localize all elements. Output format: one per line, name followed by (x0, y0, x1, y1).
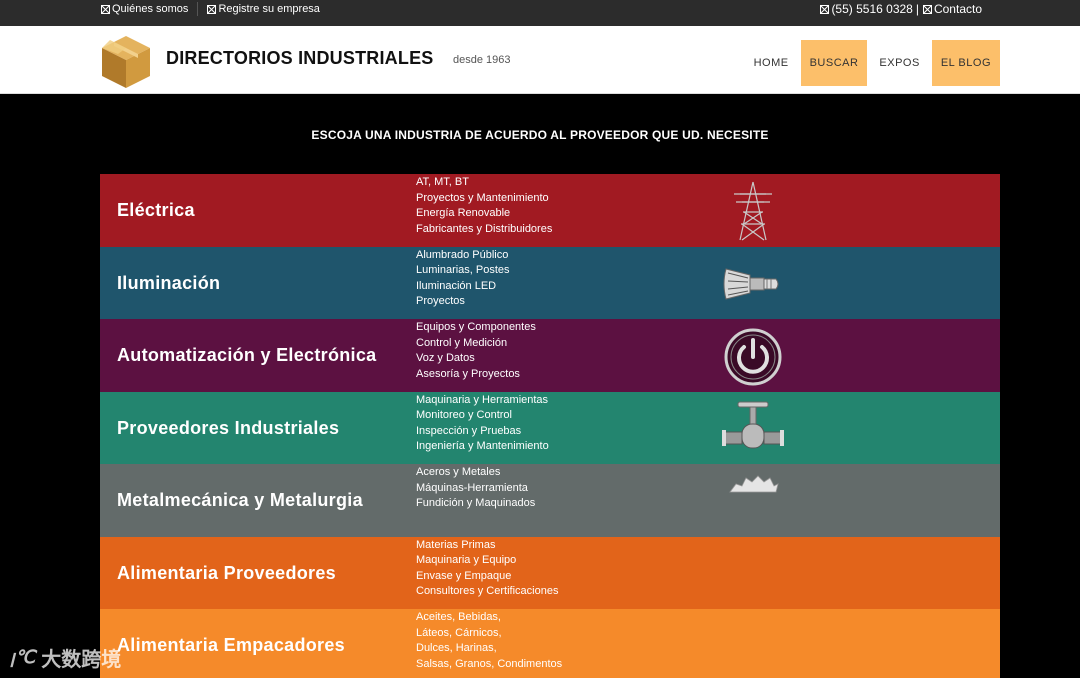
industry-subcategories: Equipos y Componentes Control y Medición… (416, 320, 536, 382)
industry-subcategories: Materias Primas Maquinaria y Equipo Enva… (416, 538, 558, 600)
phone-number[interactable]: (55) 5516 0328 (831, 2, 912, 16)
watermark-mark: ꞁ℃ (10, 647, 36, 667)
industry-subcategories: Aceros y Metales Máquinas-Herramienta Fu… (416, 465, 535, 512)
broken-image-icon (820, 4, 830, 14)
subcategory-item[interactable]: Dulces, Harinas, (416, 641, 562, 657)
industry-automatizacion[interactable]: Automatización y Electrónica Equipos y C… (100, 319, 1000, 392)
subcategory-item[interactable]: Fundición y Maquinados (416, 496, 535, 512)
industry-subcategories: Maquinaria y Herramientas Monitoreo y Co… (416, 393, 549, 455)
top-contact: (55) 5516 0328 | Contacto (820, 0, 982, 18)
industry-iluminacion[interactable]: Iluminación Alumbrado Público Luminarias… (100, 246, 1000, 320)
subcategory-item[interactable]: Proyectos y Mantenimiento (416, 191, 552, 207)
industry-metalmecanica[interactable]: Metalmecánica y Metalurgia Aceros y Meta… (100, 464, 1000, 537)
valve-icon (722, 401, 784, 448)
industry-electrica[interactable]: Eléctrica AT, MT, BT Proyectos y Manteni… (100, 174, 1000, 247)
intro-heading: ESCOJA UNA INDUSTRIA DE ACUERDO AL PROVE… (311, 128, 769, 142)
industry-title[interactable]: Alimentaria Proveedores (117, 537, 417, 610)
industry-title[interactable]: Proveedores Industriales (117, 392, 417, 465)
industry-alimentaria-proveedores[interactable]: Alimentaria Proveedores Materias Primas … (100, 536, 1000, 610)
brand-since: desde 1963 (453, 54, 511, 66)
main-nav: HOME BUSCAR EXPOS EL BLOG (742, 40, 1000, 86)
register-company-link[interactable]: Registre su empresa (207, 2, 329, 16)
industry-subcategories: Aceites, Bebidas, Láteos, Cárnicos, Dulc… (416, 610, 562, 672)
subcategory-item[interactable]: Equipos y Componentes (416, 320, 536, 336)
subcategory-item[interactable]: Iluminación LED (416, 279, 510, 295)
subcategory-item[interactable]: Inspección y Pruebas (416, 424, 549, 440)
top-links: Quiénes somos Registre su empresa (101, 0, 338, 18)
box-logo-icon[interactable] (100, 34, 152, 90)
industry-title[interactable]: Automatización y Electrónica (117, 319, 417, 392)
subcategory-item[interactable]: Consultores y Certificaciones (416, 584, 558, 600)
subcategory-item[interactable]: Maquinaria y Equipo (416, 553, 558, 569)
subcategory-item[interactable]: Envase y Empaque (416, 569, 558, 585)
register-company-label: Registre su empresa (218, 3, 320, 15)
subcategory-item[interactable]: AT, MT, BT (416, 175, 552, 191)
industry-list: Eléctrica AT, MT, BT Proyectos y Manteni… (100, 174, 1000, 678)
watermark-text: 大数跨境 (41, 649, 122, 671)
nav-home[interactable]: HOME (746, 40, 797, 86)
industry-title[interactable]: Eléctrica (117, 174, 417, 247)
subcategory-item[interactable]: Salsas, Granos, Condimentos (416, 657, 562, 673)
subcategory-item[interactable]: Alumbrado Público (416, 248, 510, 264)
broken-image-icon (101, 4, 110, 14)
subcategory-item[interactable]: Fabricantes y Distribuidores (416, 222, 552, 238)
nav-blog[interactable]: EL BLOG (931, 40, 1000, 86)
industry-title[interactable]: Iluminación (117, 247, 417, 320)
industry-title[interactable]: Metalmecánica y Metalurgia (117, 464, 417, 537)
industry-subcategories: Alumbrado Público Luminarias, Postes Ilu… (416, 248, 510, 310)
subcategory-item[interactable]: Proyectos (416, 294, 510, 310)
subcategory-item[interactable]: Asesoría y Proyectos (416, 367, 536, 383)
broken-image-icon (922, 4, 932, 14)
industry-title[interactable]: Alimentaria Empacadores (117, 609, 417, 678)
subcategory-item[interactable]: Máquinas-Herramienta (416, 481, 535, 497)
subcategory-item[interactable]: Láteos, Cárnicos, (416, 626, 562, 642)
subcategory-item[interactable]: Voz y Datos (416, 351, 536, 367)
site-header: DIRECTORIOS INDUSTRIALES desde 1963 HOME… (0, 26, 1080, 94)
light-bulb-icon (723, 267, 779, 300)
gears-icon (729, 475, 779, 493)
industry-subcategories: AT, MT, BT Proyectos y Mantenimiento Ene… (416, 175, 552, 237)
subcategory-item[interactable]: Control y Medición (416, 336, 536, 352)
subcategory-item[interactable]: Maquinaria y Herramientas (416, 393, 549, 409)
power-button-icon (724, 328, 782, 386)
nav-buscar[interactable]: BUSCAR (800, 40, 868, 86)
broken-image-icon (207, 4, 217, 14)
industry-alimentaria-empacadores[interactable]: Alimentaria Empacadores Aceites, Bebidas… (100, 609, 1000, 678)
brand-name[interactable]: DIRECTORIOS INDUSTRIALES (166, 48, 434, 69)
separator: | (915, 2, 919, 16)
subcategory-item[interactable]: Energía Renovable (416, 206, 552, 222)
nav-expos[interactable]: EXPOS (871, 40, 927, 86)
contact-link[interactable]: Contacto (934, 2, 982, 16)
subcategory-item[interactable]: Materias Primas (416, 538, 558, 554)
watermark: ꞁ℃ 大数跨境 (10, 643, 121, 672)
about-link[interactable]: Quiénes somos (101, 2, 199, 16)
subcategory-item[interactable]: Monitoreo y Control (416, 408, 549, 424)
power-tower-icon (734, 181, 772, 241)
subcategory-item[interactable]: Ingeniería y Mantenimiento (416, 439, 549, 455)
subcategory-item[interactable]: Luminarias, Postes (416, 263, 510, 279)
top-bar: Quiénes somos Registre su empresa (55) 5… (0, 0, 1080, 26)
industry-proveedores-industriales[interactable]: Proveedores Industriales Maquinaria y He… (100, 391, 1000, 465)
about-link-label: Quiénes somos (112, 3, 189, 15)
subcategory-item[interactable]: Aceros y Metales (416, 465, 535, 481)
subcategory-item[interactable]: Aceites, Bebidas, (416, 610, 562, 626)
